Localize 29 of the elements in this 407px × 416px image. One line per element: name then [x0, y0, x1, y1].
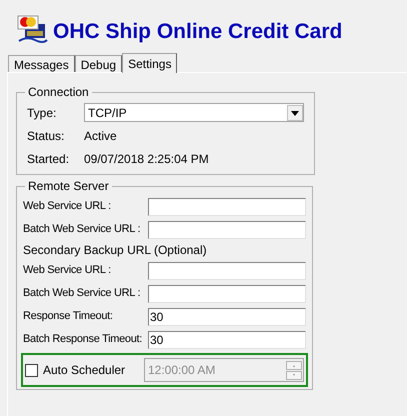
url-field[interactable] — [148, 220, 306, 238]
tab[interactable]: Settings — [122, 53, 178, 73]
url-field[interactable]: 30 — [148, 308, 306, 326]
field-label: Type: — [27, 104, 58, 122]
field-value: 09/07/2018 2:25:04 PM — [84, 150, 209, 168]
group-title: Connection — [27, 84, 90, 101]
field-label: Web Service URL : — [23, 263, 112, 278]
field-label: Web Service URL : — [23, 199, 112, 214]
time-value: 12:00:00 AM — [148, 362, 216, 379]
field-label: Batch Web Service URL : — [23, 286, 142, 302]
app-title: OHC Ship Online Credit Card — [53, 19, 342, 46]
field-label: Started: — [27, 150, 70, 168]
url-field[interactable]: 30 — [148, 330, 306, 348]
tab[interactable]: Debug — [74, 55, 122, 72]
url-field[interactable] — [148, 284, 306, 302]
type-dropdown[interactable]: TCP/IP — [84, 103, 304, 122]
field-label: Batch Response Timeout: — [23, 332, 144, 348]
field-label: Response Timeout: — [23, 309, 114, 324]
field-label: Status: — [27, 128, 66, 144]
credit-cards-logo-icon — [17, 14, 49, 44]
field-label: Batch Web Service URL : — [23, 222, 142, 238]
section-label: Secondary Backup URL (Optional) — [23, 242, 207, 259]
url-field[interactable] — [148, 262, 306, 280]
field-value: Active — [84, 128, 117, 144]
url-field[interactable] — [148, 198, 306, 216]
group-title: Remote Server — [27, 178, 110, 195]
dropdown-value: TCP/IP — [88, 104, 127, 122]
checkbox-label: Auto Scheduler — [43, 362, 126, 379]
tab[interactable]: Messages — [8, 55, 75, 72]
